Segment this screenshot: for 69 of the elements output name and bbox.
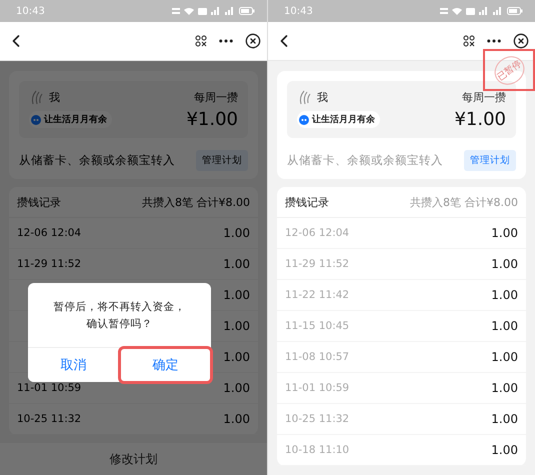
plan-amount: ¥1.00 [186, 109, 238, 130]
record-amount: 1.00 [491, 319, 518, 333]
cancel-button[interactable]: 取消 [28, 348, 120, 382]
owner-name: 我 [49, 90, 60, 104]
avatar-sketch-icon [29, 89, 45, 105]
record-amount: 1.00 [491, 226, 518, 240]
edit-plan-button[interactable]: 修改计划 [0, 443, 267, 475]
records-summary: 共攒入8笔 合计¥8.00 [142, 194, 250, 210]
record-amount: 1.00 [223, 350, 250, 364]
sim-icon [198, 8, 207, 14]
plan-amount: ¥1.00 [454, 109, 506, 130]
close-icon[interactable] [513, 33, 529, 49]
record-amount: 1.00 [491, 288, 518, 302]
scan-icon[interactable] [463, 35, 475, 47]
record-time: 11-22 11:42 [285, 289, 350, 301]
scan-icon[interactable] [195, 35, 207, 47]
plan-frequency: 每周一攒 [462, 90, 506, 104]
quote-badge-icon [299, 114, 309, 124]
records-title: 攒钱记录 [17, 194, 61, 210]
record-amount: 1.00 [223, 226, 250, 240]
paused-stamp: 已暂停 [483, 49, 535, 91]
record-time: 11-29 11:52 [17, 258, 82, 270]
signal-icon [225, 7, 235, 15]
record-amount: 1.00 [491, 350, 518, 364]
sim-icon [466, 8, 475, 14]
wifi-icon [452, 7, 462, 15]
record-time: 11-01 10:59 [285, 382, 350, 394]
avatar-sketch-icon [297, 89, 313, 105]
close-icon[interactable] [245, 33, 261, 49]
manage-plan-button[interactable]: 管理计划 [196, 150, 248, 171]
battery-icon [239, 7, 255, 15]
record-amount: 1.00 [223, 288, 250, 302]
signal-icon [211, 7, 221, 15]
record-time: 10-25 11:32 [17, 413, 82, 425]
record-amount: 1.00 [223, 412, 250, 426]
status-time: 10:43 [16, 6, 45, 16]
record-amount: 1.00 [491, 381, 518, 395]
owner-name: 我 [317, 90, 328, 104]
record-amount: 1.00 [223, 381, 250, 395]
confirm-button[interactable]: 确定 [120, 348, 211, 382]
quote-badge-icon [31, 114, 41, 124]
record-amount: 1.00 [491, 443, 518, 457]
plan-frequency: 每周一攒 [194, 90, 238, 104]
manage-plan-button[interactable]: 管理计划 [464, 150, 516, 171]
record-time: 11-15 10:45 [285, 320, 350, 332]
records-title: 攒钱记录 [285, 194, 329, 210]
record-amount: 1.00 [223, 257, 250, 271]
network-speed-icon [172, 7, 180, 15]
record-amount: 1.00 [491, 412, 518, 426]
signal-icon [479, 7, 489, 15]
plan-slogan-tag: 让生活月月有余 [29, 111, 112, 128]
funding-source-text: 从储蓄卡、余额或余额宝转入 [19, 153, 175, 168]
record-amount: 1.00 [223, 319, 250, 333]
wifi-icon [184, 7, 194, 15]
record-time: 11-01 10:59 [17, 382, 82, 394]
record-amount: 1.00 [491, 257, 518, 271]
signal-icon [493, 7, 503, 15]
record-time: 12-06 12:04 [285, 227, 350, 239]
record-time: 11-08 10:57 [285, 351, 350, 363]
network-speed-icon [440, 7, 448, 15]
record-time: 11-29 11:52 [285, 258, 350, 270]
record-time: 12-06 12:04 [17, 227, 82, 239]
battery-icon [507, 7, 523, 15]
funding-source-text: 从储蓄卡、余额或余额宝转入 [287, 153, 443, 168]
records-summary: 共攒入8笔 合计¥8.00 [410, 194, 518, 210]
status-time: 10:43 [284, 6, 313, 16]
record-time: 10-25 11:32 [285, 413, 350, 425]
plan-slogan-tag: 让生活月月有余 [297, 111, 380, 128]
record-time: 10-18 11:10 [285, 444, 350, 456]
